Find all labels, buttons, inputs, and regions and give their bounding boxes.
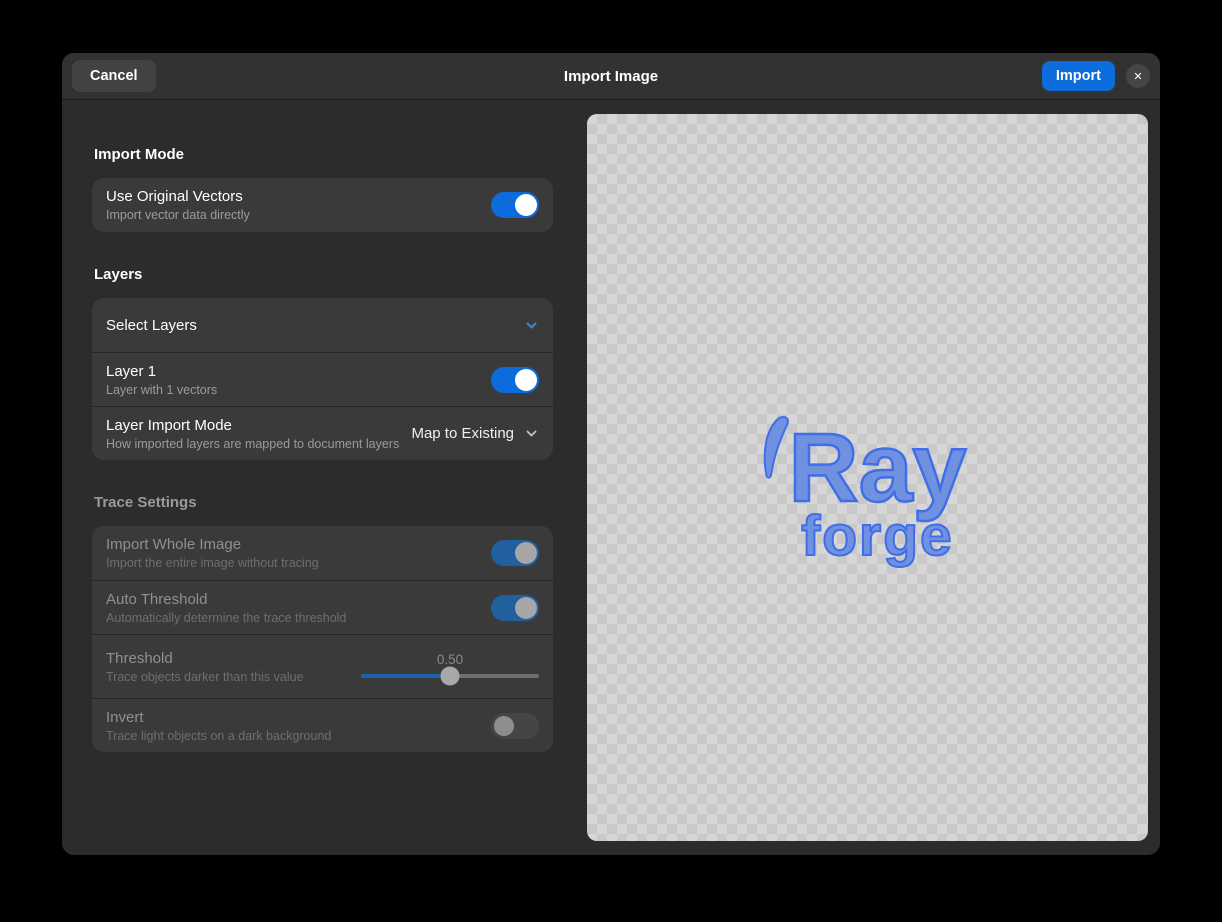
use-original-vectors-row: Use Original Vectors Import vector data … [92,178,553,232]
row-subtitle: Trace objects darker than this value [106,670,351,684]
image-preview-pane: Ray forge [587,114,1148,841]
row-subtitle: Import vector data directly [106,208,481,222]
row-subtitle: Trace light objects on a dark background [106,729,481,743]
chevron-down-icon [524,426,539,441]
layer-import-mode-row: Layer Import Mode How imported layers ar… [92,406,553,460]
row-title: Layer Import Mode [106,417,401,434]
rayforge-logo: Ray forge [789,419,967,565]
chevron-down-icon [524,318,539,333]
row-title: Layer 1 [106,363,481,380]
settings-panel: Import Mode Use Original Vectors Import … [92,100,553,752]
threshold-slider-knob [441,666,460,685]
import-mode-card: Use Original Vectors Import vector data … [92,178,553,232]
layers-card: Select Layers Layer 1 Layer with 1 vecto… [92,298,553,460]
row-title: Auto Threshold [106,591,481,608]
threshold-row: Threshold Trace objects darker than this… [92,634,553,698]
import-whole-image-row: Import Whole Image Import the entire ima… [92,526,553,580]
row-subtitle: Layer with 1 vectors [106,383,481,397]
select-layers-expander[interactable]: Select Layers [92,298,553,352]
trace-settings-section-label: Trace Settings [94,494,551,511]
import-whole-image-toggle [491,540,539,566]
auto-threshold-row: Auto Threshold Automatically determine t… [92,580,553,634]
row-subtitle: Automatically determine the trace thresh… [106,611,481,625]
row-title: Invert [106,709,481,726]
layer-1-row: Layer 1 Layer with 1 vectors [92,352,553,406]
cancel-button[interactable]: Cancel [72,60,156,92]
threshold-value: 0.50 [437,652,463,667]
row-subtitle: Import the entire image without tracing [106,556,481,570]
row-subtitle: How imported layers are mapped to docume… [106,437,401,451]
row-title: Use Original Vectors [106,188,481,205]
row-title: Import Whole Image [106,536,481,553]
layer-1-toggle[interactable] [491,367,539,393]
row-title: Select Layers [106,317,514,334]
threshold-slider: 0.50 [361,646,539,688]
layer-import-mode-value[interactable]: Map to Existing [411,425,514,442]
threshold-slider-fill [361,674,450,678]
auto-threshold-toggle [491,595,539,621]
header-bar: Cancel Import Image Import ✕ [62,53,1160,100]
layers-section-label: Layers [94,266,551,283]
import-mode-section-label: Import Mode [94,146,551,163]
dialog-title: Import Image [62,68,1160,85]
invert-row: Invert Trace light objects on a dark bac… [92,698,553,752]
import-button[interactable]: Import [1042,61,1115,91]
close-button[interactable]: ✕ [1126,64,1150,88]
close-icon: ✕ [1133,70,1142,83]
use-original-vectors-toggle[interactable] [491,192,539,218]
logo-text-forge: forge [789,508,967,565]
invert-toggle [491,713,539,739]
threshold-slider-track [361,674,539,678]
trace-settings-card: Import Whole Image Import the entire ima… [92,526,553,752]
import-image-dialog: Cancel Import Image Import ✕ Import Mode… [62,53,1160,855]
logo-text-ray: Ray [789,419,967,516]
logo-swoosh-icon [757,415,795,486]
row-title: Threshold [106,650,351,667]
